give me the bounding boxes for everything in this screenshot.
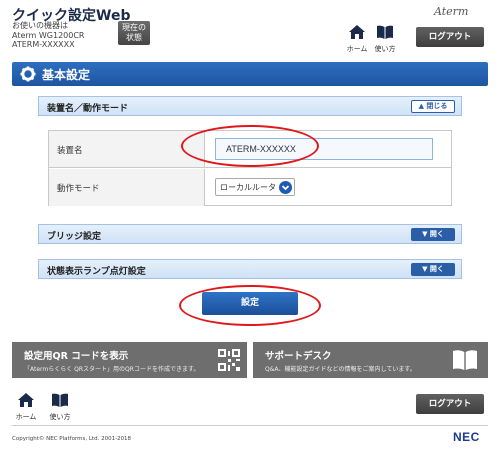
section-bridge-header: ブリッジ設定 ▼ 開く — [38, 224, 462, 244]
chevron-up-icon: ▲ — [418, 102, 424, 110]
chevron-down-icon — [279, 181, 292, 194]
book-icon — [52, 393, 68, 407]
howto-label: 使い方 — [374, 45, 396, 53]
page-title: 基本設定 — [42, 68, 91, 82]
support-desk-banner[interactable]: サポートデスク Q&A、機能設定ガイドなどの情報をご案内しています。 — [253, 342, 488, 378]
footer-howto-nav[interactable]: 使い方 — [47, 392, 73, 422]
current-status-button[interactable]: 現在の 状態 — [118, 21, 150, 45]
device-info: お使いの機器は Aterm WG1200CR ATERM-XXXXXX — [12, 21, 85, 50]
expand-lamp-button[interactable]: ▼ 開く — [411, 263, 455, 276]
footer-divider — [12, 425, 488, 426]
device-name: ATERM-XXXXXX — [12, 40, 75, 49]
home-nav[interactable]: ホーム — [344, 24, 370, 54]
mode-row: 動作モード ローカルルータ — [49, 169, 451, 206]
device-model: Aterm WG1200CR — [12, 30, 85, 40]
status-button-line1: 現在の — [122, 23, 146, 32]
howto-nav[interactable]: 使い方 — [372, 24, 398, 54]
nec-logo: NEC — [453, 430, 480, 444]
support-banner-desc: Q&A、機能設定ガイドなどの情報をご案内しています。 — [265, 366, 416, 373]
section-bridge-title: ブリッジ設定 — [47, 232, 102, 242]
mode-select[interactable]: ローカルルータ — [215, 178, 295, 196]
mode-value: ローカルルータ — [220, 183, 276, 192]
book-icon — [453, 350, 477, 370]
logout-button[interactable]: ログアウト — [416, 27, 484, 47]
aterm-logo: Aterm — [434, 5, 469, 18]
home-icon — [18, 393, 34, 407]
section-lamp-header: 状態表示ランプ点灯設定 ▼ 開く — [38, 259, 462, 279]
page-title-bar: 基本設定 — [12, 62, 488, 86]
chevron-down-icon: ▼ — [422, 265, 428, 273]
support-banner-title: サポートデスク — [265, 351, 332, 362]
qr-code-banner[interactable]: 設定用QR コードを表示 「Atermらくらく QRスタート」用のQRコードを作… — [12, 342, 247, 378]
qr-code-icon — [217, 348, 241, 372]
qr-banner-title: 設定用QR コードを表示 — [24, 351, 129, 362]
device-mode-table: 装置名 ATERM-XXXXXX 動作モード ローカルルータ — [48, 130, 452, 206]
chevron-down-icon: ▼ — [422, 230, 428, 238]
section-device-mode-title: 装置名／動作モード — [47, 104, 129, 114]
home-label: ホーム — [346, 45, 368, 53]
footer-home-nav[interactable]: ホーム — [13, 392, 39, 422]
expand-bridge-button[interactable]: ▼ 開く — [411, 228, 455, 241]
device-name-input[interactable]: ATERM-XXXXXX — [215, 138, 433, 160]
collapse-device-mode-button[interactable]: ▲ 閉じる — [411, 100, 455, 113]
status-button-line2: 状態 — [126, 33, 142, 42]
home-icon — [349, 25, 365, 39]
gear-icon — [20, 66, 36, 82]
book-icon — [377, 25, 393, 39]
save-button[interactable]: 設定 — [202, 292, 298, 315]
section-lamp-title: 状態表示ランプ点灯設定 — [47, 267, 146, 277]
expand-label: 開く — [429, 265, 444, 273]
mode-label: 動作モード — [49, 169, 205, 206]
device-label: お使いの機器は — [12, 21, 68, 30]
qr-banner-desc: 「Atermらくらく QRスタート」用のQRコードを作成できます。 — [24, 366, 200, 373]
collapse-label: 閉じる — [426, 102, 448, 110]
footer-logout-button[interactable]: ログアウト — [416, 394, 484, 414]
section-device-mode-header: 装置名／動作モード ▲ 閉じる — [38, 96, 462, 116]
footer-howto-label: 使い方 — [49, 413, 71, 421]
expand-label: 開く — [429, 230, 444, 238]
footer-home-label: ホーム — [15, 413, 37, 421]
device-name-row: 装置名 ATERM-XXXXXX — [49, 131, 451, 168]
device-name-label: 装置名 — [49, 131, 205, 167]
copyright: Copyright© NEC Platforms, Ltd. 2001-2018 — [12, 436, 132, 442]
